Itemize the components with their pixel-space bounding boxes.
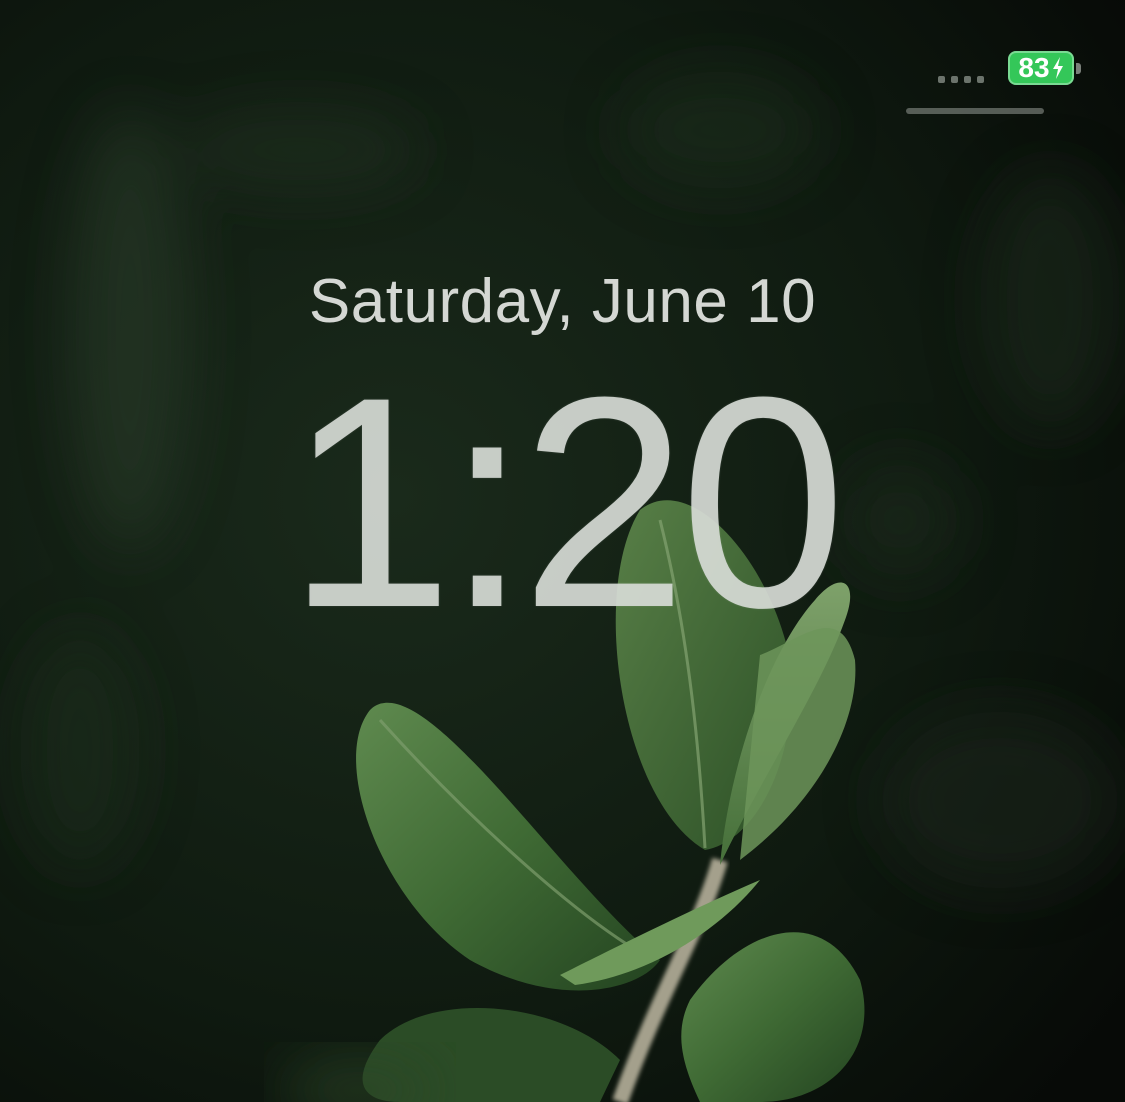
signal-bar: [964, 76, 971, 83]
charging-bolt-icon: [1052, 57, 1064, 79]
lock-screen-time[interactable]: 1:20: [0, 352, 1125, 652]
signal-strength-icon: [938, 76, 984, 83]
notification-center-grabber[interactable]: [906, 108, 1044, 114]
signal-bar: [938, 76, 945, 83]
battery-cap: [1076, 63, 1081, 74]
battery-icon: 83: [1008, 51, 1074, 85]
lock-screen-date[interactable]: Saturday, June 10: [0, 266, 1125, 337]
signal-bar: [951, 76, 958, 83]
signal-bar: [977, 76, 984, 83]
status-bar: 83: [0, 0, 1125, 130]
battery-percent: 83: [1018, 52, 1050, 83]
